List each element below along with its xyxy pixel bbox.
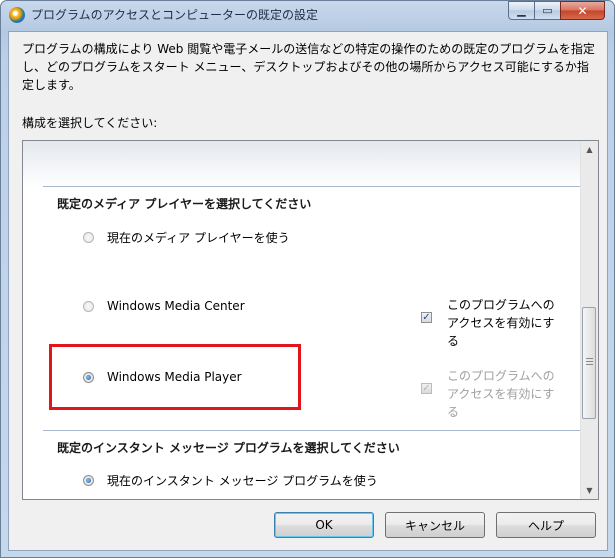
enable-access-label: このプログラムへのアクセスを有効にする: [447, 369, 555, 419]
section-divider: [43, 430, 580, 431]
radio-button-selected[interactable]: [83, 474, 94, 486]
option-label: 現在のインスタント メッセージ プログラムを使う: [107, 473, 378, 488]
radio-windows-media-center[interactable]: Windows Media Center: [83, 296, 245, 316]
maximize-button[interactable]: ▭: [534, 1, 561, 20]
window-title: プログラムのアクセスとコンピューターの既定の設定: [31, 8, 319, 22]
highlight-annotation: [49, 344, 301, 410]
description-text: プログラムの構成により Web 閲覧や電子メールの送信などの特定の操作のための既…: [22, 42, 595, 92]
dialog-body: プログラムの構成により Web 閲覧や電子メールの送信などの特定の操作のための既…: [8, 31, 608, 551]
default-programs-icon: [9, 7, 25, 23]
section-divider: [43, 186, 580, 187]
instant-message-heading: 既定のインスタント メッセージ プログラムを選択してください: [57, 441, 400, 455]
radio-current-im-program[interactable]: 現在のインスタント メッセージ プログラムを使う: [83, 470, 378, 490]
close-button[interactable]: ✕: [560, 1, 605, 20]
enable-access-checkbox-disabled: ✓: [421, 383, 432, 394]
scroll-up-arrow[interactable]: ▲: [581, 141, 598, 158]
media-player-heading: 既定のメディア プレイヤーを選択してください: [57, 197, 312, 211]
configuration-list[interactable]: 既定のメディア プレイヤーを選択してください 現在のメディア プレイヤーを使う …: [22, 140, 599, 500]
enable-access-label: このプログラムへのアクセスを有効にする: [447, 298, 555, 348]
dialog-window: プログラムのアクセスとコンピューターの既定の設定 ▁ ▭ ✕ プログラムの構成に…: [0, 0, 615, 558]
option-label: 現在のメディア プレイヤーを使う: [107, 230, 290, 245]
radio-button[interactable]: [83, 300, 94, 312]
scroll-down-arrow[interactable]: ▼: [581, 482, 598, 499]
grip-icon: [586, 358, 593, 366]
radio-current-media-player[interactable]: 現在のメディア プレイヤーを使う: [83, 227, 290, 247]
maximize-icon: ▭: [542, 4, 553, 17]
scroll-thumb[interactable]: [582, 307, 596, 419]
enable-access-checkbox[interactable]: ✓: [421, 312, 432, 323]
ok-button[interactable]: OK: [274, 512, 374, 538]
vertical-scrollbar[interactable]: ▲ ▼: [580, 141, 598, 499]
radio-button[interactable]: [83, 231, 94, 243]
help-button[interactable]: ヘルプ: [496, 512, 596, 538]
minimize-button[interactable]: ▁: [508, 1, 535, 20]
choose-configuration-label: 構成を選択してください:: [22, 116, 158, 130]
option-label: Windows Media Center: [107, 299, 245, 313]
cancel-button[interactable]: キャンセル: [385, 512, 485, 538]
close-icon: ✕: [577, 3, 588, 18]
title-bar[interactable]: プログラムのアクセスとコンピューターの既定の設定 ▁ ▭ ✕: [1, 1, 614, 27]
minimize-icon: ▁: [517, 4, 526, 17]
list-header-fade: [23, 141, 580, 187]
